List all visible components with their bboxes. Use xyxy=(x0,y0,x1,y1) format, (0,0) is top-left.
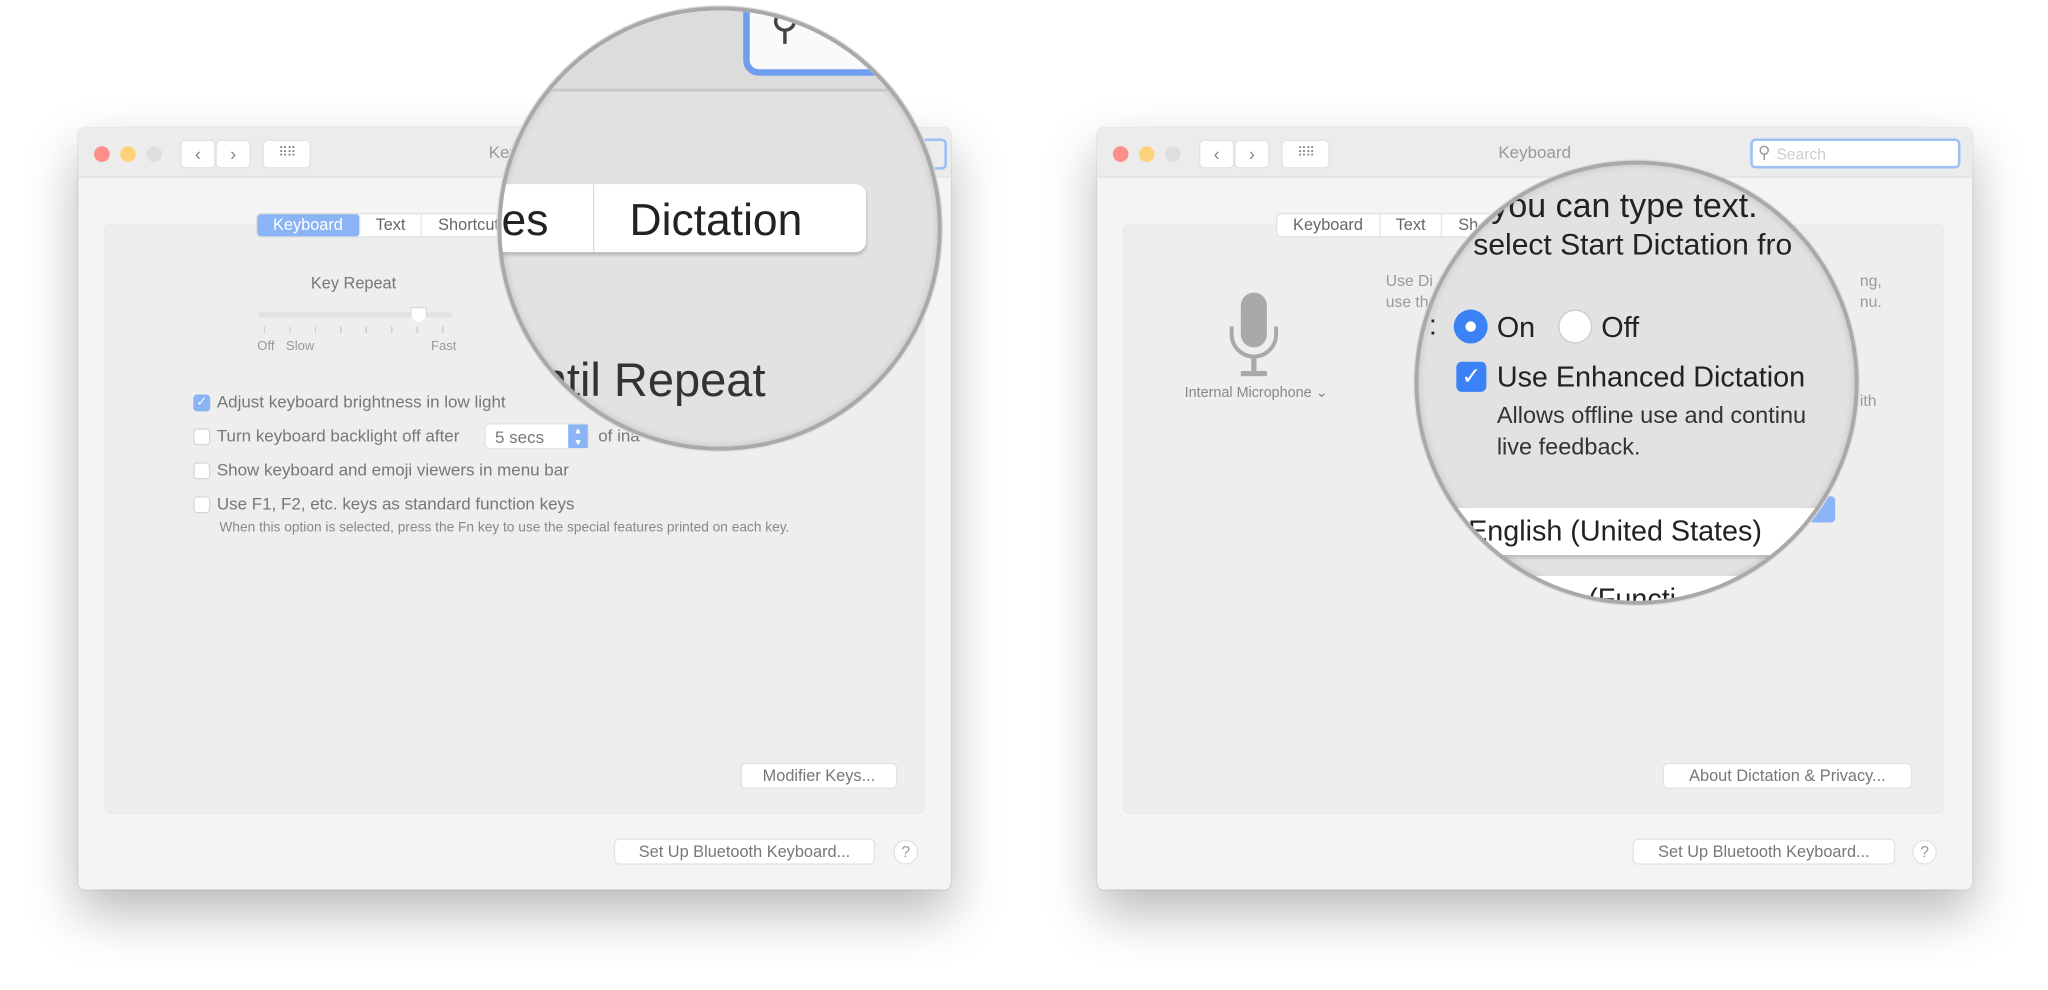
tab-text[interactable]: Text xyxy=(360,214,423,237)
backlight-checkbox[interactable] xyxy=(193,428,211,446)
function-keys-label: Use F1, F2, etc. keys as standard functi… xyxy=(216,493,575,514)
language-value: English (United States) xyxy=(1468,514,1762,548)
emoji-viewer-label: Show keyboard and emoji viewers in menu … xyxy=(216,459,569,480)
magnified-search-field: ⚲ xyxy=(743,6,938,76)
key-repeat-label: Key Repeat xyxy=(310,274,397,293)
tab-bar: Keyboard Text Sh xyxy=(1276,212,1497,238)
tab-keyboard[interactable]: Keyboard xyxy=(1277,214,1380,237)
description-fragment: ng, xyxy=(1859,271,1882,290)
magnified-tab-partial: es xyxy=(501,195,549,246)
enhanced-dictation-label: Use Enhanced Dictation xyxy=(1496,360,1806,394)
tab-keyboard[interactable]: Keyboard xyxy=(257,214,360,237)
tick-fast: Fast xyxy=(431,339,457,354)
radio-off-label: Off xyxy=(1601,310,1640,344)
microphone-icon xyxy=(1229,292,1279,377)
chevron-updown-icon: ▴ ▾ xyxy=(568,424,588,448)
magnifier-left: ⚲ es Dictation ntil Repeat xyxy=(497,6,942,451)
search-icon: ⚲ xyxy=(1758,142,1771,162)
help-button[interactable]: ? xyxy=(893,839,919,865)
help-button[interactable]: ? xyxy=(1912,839,1937,865)
enhanced-desc-line1: Allows offline use and continu xyxy=(1496,402,1807,429)
magnified-description-line2: select Start Dictation fro xyxy=(1473,227,1793,262)
magnified-description-line1: r you can type text. xyxy=(1470,185,1758,225)
magnified-key-repeat-text: ntil Repeat xyxy=(540,352,766,407)
select-value: 5 secs xyxy=(495,427,545,447)
dictation-off-radio[interactable] xyxy=(1558,309,1593,344)
radio-on-label: On xyxy=(1496,310,1536,344)
tab-bar: Keyboard Text Shortcuts xyxy=(255,212,526,238)
description-fragment: use th xyxy=(1385,292,1429,311)
dictation-on-radio[interactable] xyxy=(1453,309,1488,344)
fn-note: When this option is selected, press the … xyxy=(219,519,790,536)
search-icon: ⚲ xyxy=(770,6,800,49)
bluetooth-keyboard-button[interactable]: Set Up Bluetooth Keyboard... xyxy=(613,838,876,865)
enhanced-dictation-checkbox[interactable]: ✓ xyxy=(1456,361,1487,392)
about-dictation-button[interactable]: About Dictation & Privacy... xyxy=(1662,762,1913,789)
description-fragment: ith xyxy=(1859,391,1877,411)
microphone-label: Internal Microphone xyxy=(1184,385,1312,401)
shortcut-value: (Functi xyxy=(1588,582,1677,605)
chevron-down-icon: ⌄ xyxy=(1315,385,1328,401)
brightness-checkbox[interactable]: ✓ xyxy=(193,394,211,412)
enhanced-desc-line2: live feedback. xyxy=(1496,433,1641,460)
emoji-viewer-checkbox[interactable] xyxy=(193,462,211,480)
description-fragment: nu. xyxy=(1859,292,1882,311)
tab-divider xyxy=(592,184,595,253)
microphone-select[interactable]: Internal Microphone ⌄ xyxy=(1185,384,1328,401)
bluetooth-keyboard-button[interactable]: Set Up Bluetooth Keyboard... xyxy=(1632,838,1896,865)
backlight-timeout-select[interactable]: 5 secs ▴ ▾ xyxy=(484,423,590,450)
magnifier-right: r you can type text. select Start Dictat… xyxy=(1414,160,1859,605)
tab-text[interactable]: Text xyxy=(1380,214,1443,237)
magnified-tab-dictation[interactable]: Dictation xyxy=(630,196,803,247)
modifier-keys-button[interactable]: Modifier Keys... xyxy=(740,762,898,789)
search-placeholder: Search xyxy=(1776,144,1826,164)
slider-ticks xyxy=(263,326,445,334)
brightness-label: Adjust keyboard brightness in low light xyxy=(216,391,506,412)
tick-slow: Slow xyxy=(286,339,315,354)
function-keys-checkbox[interactable] xyxy=(193,496,211,514)
colon: : xyxy=(1428,308,1437,341)
tick-off: Off xyxy=(257,339,275,354)
description-fragment: Use Di xyxy=(1385,271,1433,290)
backlight-label: Turn keyboard backlight off after xyxy=(216,425,460,446)
search-field[interactable]: ⚲ Search xyxy=(1750,138,1961,169)
title-bar: ‹ › ⠿⠿ Keyboard ⚲ Search xyxy=(1097,127,1973,178)
